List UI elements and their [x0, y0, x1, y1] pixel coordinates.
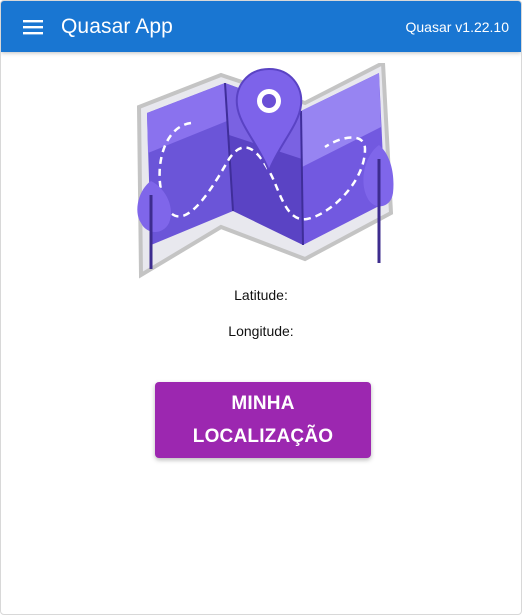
longitude-label: Longitude:	[228, 323, 294, 339]
app-window: Quasar App Quasar v1.22.10 Latitude: Lon…	[0, 0, 522, 615]
menu-icon	[23, 19, 43, 34]
latitude-label: Latitude:	[234, 287, 288, 303]
app-header: Quasar App Quasar v1.22.10	[1, 1, 521, 52]
menu-button[interactable]	[19, 13, 47, 41]
map-location-illustration	[136, 63, 394, 279]
my-location-button[interactable]: MINHA LOCALIZAÇÃO	[155, 382, 371, 458]
version-label: Quasar v1.22.10	[405, 18, 509, 35]
app-title: Quasar App	[61, 14, 173, 38]
